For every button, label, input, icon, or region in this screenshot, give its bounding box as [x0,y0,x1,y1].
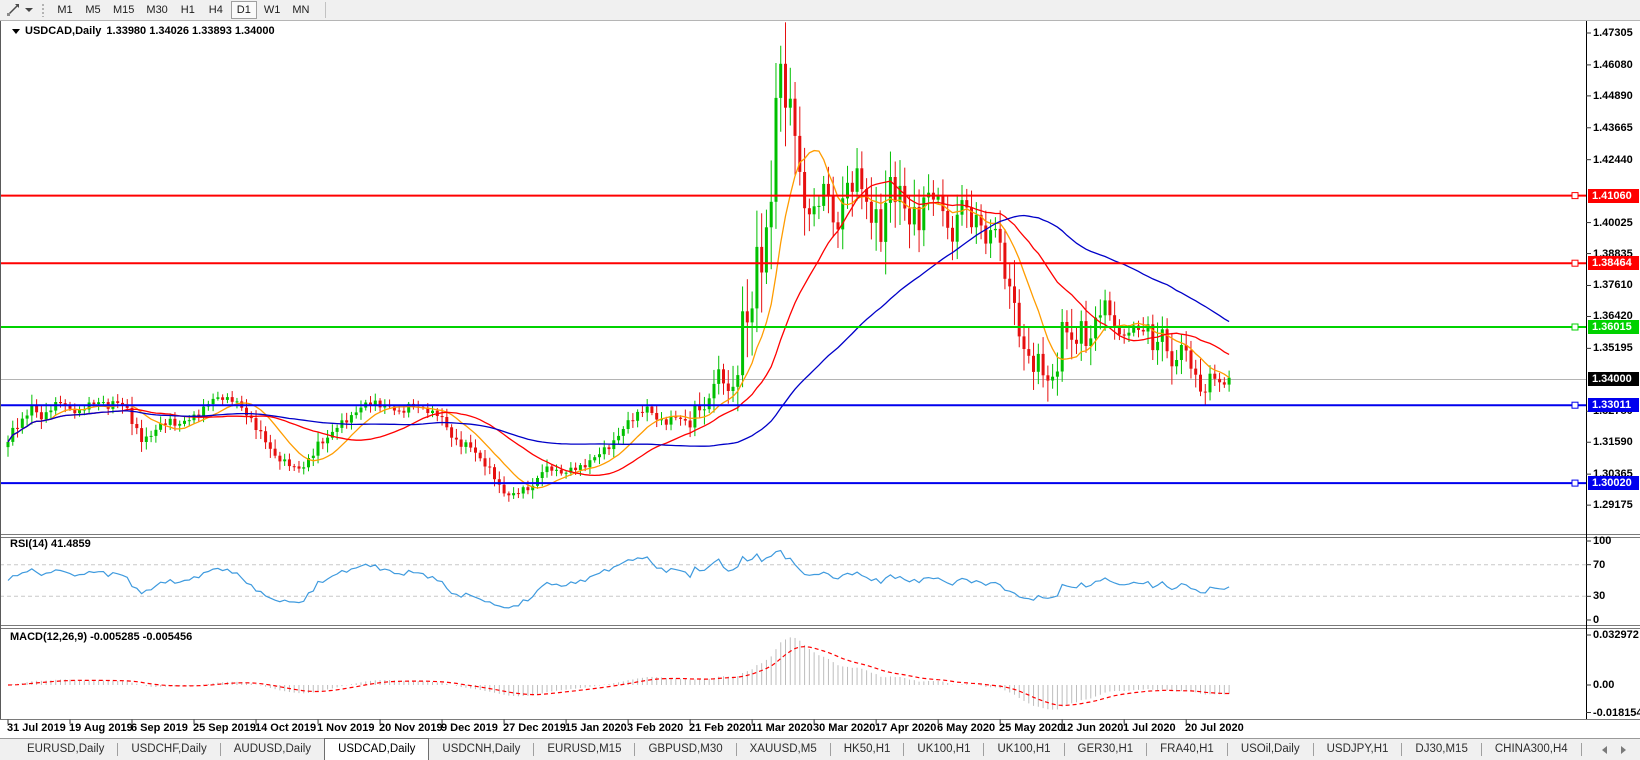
date-label: 14 Oct 2019 [255,722,317,734]
price-tick-label: 1.43665 [1593,122,1633,134]
chart-ohlc-values: 1.33980 1.34026 1.33893 1.34000 [106,25,275,37]
date-label: 6 Sep 2019 [131,722,188,734]
chart-tab-dj30-m15[interactable]: DJ30,M15 [1402,739,1480,760]
date-label: 9 Dec 2019 [441,722,498,734]
date-label: 27 Dec 2019 [503,722,566,734]
date-label: 17 Apr 2020 [875,722,937,734]
chart-tab-bar: EURUSD,Daily USDCHF,Daily AUDUSD,Daily USDC… [0,738,1640,760]
price-tick-label: 1.29175 [1593,499,1633,511]
symbol-dropdown-icon[interactable] [12,28,20,34]
macd-tick-label: 0.032972 [1593,629,1639,641]
date-label: 3 Feb 2020 [627,722,684,734]
chart-tab-uk100-h1[interactable]: UK100,H1 [984,739,1063,760]
timeframe-button-m30[interactable]: M30 [141,1,172,19]
price-tick-label: 1.37610 [1593,279,1633,291]
price-tick-label: 1.35195 [1593,342,1633,354]
price-tick-label: 1.31590 [1593,436,1633,448]
chart-cursor-icon[interactable] [3,2,23,19]
level-price-chip: 1.33011 [1588,398,1639,412]
chart-tab-xauusd-m5[interactable]: XAUUSD,M5 [737,739,830,760]
mt4-window: M1 M5 M15 M30 H1 H4 D1 W1 MN USDCAD,Daily 1.3398… [0,0,1640,760]
date-label: 1 Jul 2020 [1123,722,1176,734]
date-label: 11 Mar 2020 [751,722,813,734]
date-label: 6 May 2020 [937,722,996,734]
tab-scroll-right-icon[interactable] [1621,745,1626,754]
chart-window[interactable] [0,21,1640,738]
level-price-chip: 1.41060 [1588,189,1639,203]
date-label: 30 Mar 2020 [813,722,876,734]
chart-tab-audusd-daily[interactable]: AUDUSD,Daily [221,739,324,760]
level-price-chip: 1.38464 [1588,256,1639,270]
rsi-tick-label: 70 [1593,559,1606,571]
chart-tab-fra40-h1[interactable]: FRA40,H1 [1147,739,1227,760]
timeframe-toolbar: M1 M5 M15 M30 H1 H4 D1 W1 MN [0,0,1640,21]
level-price-chip: 1.30020 [1588,476,1639,490]
date-label: 1 Nov 2019 [317,722,375,734]
chart-tab-uk100-h1[interactable]: UK100,H1 [904,739,983,760]
chart-title: USDCAD,Daily 1.33980 1.34026 1.33893 1.3… [12,25,275,37]
chart-tab-usdchf-daily[interactable]: USDCHF,Daily [118,739,219,760]
macd-tick-label: -0.018154 [1593,707,1640,719]
chart-tab-gbpusd-m30[interactable]: GBPUSD,M30 [635,739,735,760]
chart-tab-china300-h4[interactable]: CHINA300,H4 [1482,739,1581,760]
chart-tab-usdcnh-daily[interactable]: USDCNH,Daily [429,739,533,760]
date-label: 25 Sep 2019 [193,722,256,734]
chart-tab-usdcad-daily[interactable]: USDCAD,Daily [324,738,430,760]
date-label: 20 Nov 2019 [379,722,443,734]
tab-scroll-arrows [1602,745,1640,754]
price-tick-label: 1.47305 [1593,27,1633,39]
chart-tabs: EURUSD,Daily USDCHF,Daily AUDUSD,Daily USDC… [14,738,1582,760]
tab-scroll-left-icon[interactable] [1602,745,1607,754]
chart-tab-eurusd-m15[interactable]: EURUSD,M15 [534,739,634,760]
current-price-chip: 1.34000 [1588,372,1639,386]
macd-tick-label: 0.00 [1593,679,1615,691]
date-label: 21 Feb 2020 [689,722,752,734]
timeframe-button-mn[interactable]: MN [287,1,314,19]
pane-splitter-rsi[interactable] [0,531,1640,537]
timeframe-buttons: M1 M5 M15 M30 H1 H4 D1 W1 MN [51,1,315,19]
timeframe-button-h4[interactable]: H4 [203,1,229,19]
date-label: 12 Jun 2020 [1061,722,1124,734]
timeframe-button-h1[interactable]: H1 [175,1,201,19]
date-label: 20 Jul 2020 [1185,722,1244,734]
level-price-chip: 1.36015 [1588,320,1639,334]
date-label: 19 Aug 2019 [69,722,133,734]
chart-tab-usoil-daily[interactable]: USOil,Daily [1228,739,1313,760]
timeframe-button-m1[interactable]: M1 [52,1,78,19]
toolbar-separator [325,2,327,18]
timeframe-button-d1[interactable]: D1 [230,1,257,19]
rsi-indicator-label: RSI(14) 41.4859 [10,538,91,550]
price-tick-label: 1.42440 [1593,154,1633,166]
chart-tab-hk50-h1[interactable]: HK50,H1 [831,739,904,760]
rsi-tick-label: 30 [1593,590,1606,602]
price-tick-label: 1.46080 [1593,59,1633,71]
chart-symbol-period: USDCAD,Daily [25,25,102,37]
chart-tab-ger30-h1[interactable]: GER30,H1 [1065,739,1147,760]
cursor-dropdown-arrow[interactable] [25,8,33,12]
toolbar-grip[interactable] [41,3,45,17]
date-label: 15 Jan 2020 [565,722,627,734]
timeframe-button-m5[interactable]: M5 [80,1,106,19]
macd-indicator-label: MACD(12,26,9) -0.005285 -0.005456 [10,631,193,643]
date-label: 25 May 2020 [999,722,1064,734]
chart-tab-eurusd-daily[interactable]: EURUSD,Daily [14,739,117,760]
price-tick-label: 1.44890 [1593,90,1633,102]
tab-separator [1580,743,1582,756]
date-label: 31 Jul 2019 [7,722,66,734]
pane-splitter-macd[interactable] [0,623,1640,629]
price-tick-label: 1.40025 [1593,217,1633,229]
timeframe-button-m15[interactable]: M15 [108,1,139,19]
timeframe-button-w1[interactable]: W1 [259,1,286,19]
chart-tab-usdjpy-h1[interactable]: USDJPY,H1 [1314,739,1402,760]
